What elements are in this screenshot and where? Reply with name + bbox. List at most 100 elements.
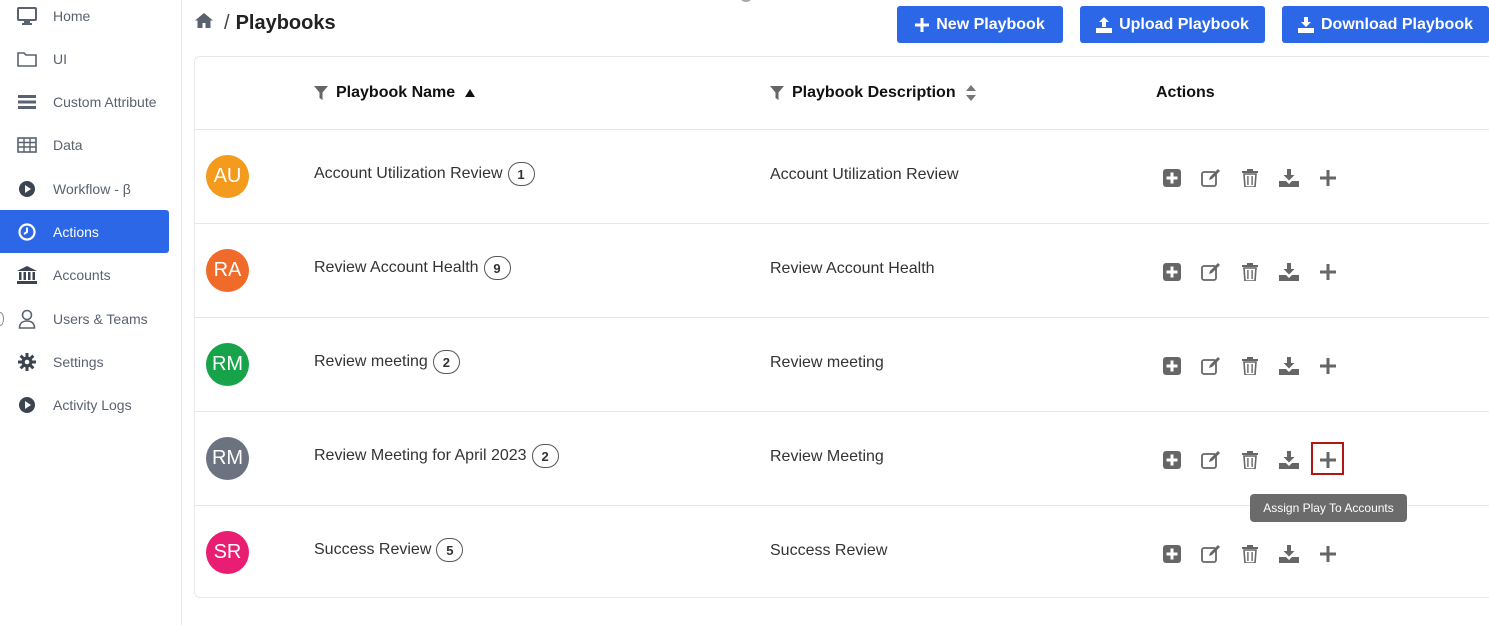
upload-icon (1096, 16, 1113, 33)
upload-playbook-label: Upload Playbook (1119, 15, 1249, 33)
table-row[interactable]: RM Review Meeting for April 2023 2 Review M… (195, 412, 1489, 506)
playbook-description: Account Utilization Review (770, 166, 959, 183)
filter-icon[interactable] (314, 86, 328, 100)
playbook-name[interactable]: Review Meeting for April 2023 2 (314, 444, 559, 468)
gear-icon (17, 352, 37, 372)
play-count-badge: 5 (436, 538, 464, 562)
playbook-name[interactable]: Review Account Health 9 (314, 256, 511, 280)
table-row[interactable]: RM Review meeting 2 Review meeting (195, 318, 1489, 412)
bank-icon (17, 265, 37, 285)
list-icon (17, 92, 37, 112)
avatar: AU (206, 155, 249, 198)
playbook-description: Review Meeting (770, 448, 884, 465)
sort-ascending-icon[interactable] (465, 89, 476, 97)
home-icon[interactable] (194, 12, 214, 35)
scroll-indicator (739, 0, 753, 2)
add-action-icon[interactable] (1161, 543, 1183, 565)
table-icon (17, 135, 37, 155)
add-action-icon[interactable] (1161, 261, 1183, 283)
edit-icon[interactable] (1200, 449, 1222, 471)
column-header-label: Playbook Description (792, 84, 956, 101)
folder-icon (17, 49, 37, 69)
new-playbook-button[interactable]: New Playbook (897, 6, 1063, 43)
download-row-icon[interactable] (1278, 355, 1300, 377)
sidebar-item-label: Accounts (53, 266, 111, 283)
table-header: Playbook Name Playbook Description Actio… (195, 57, 1489, 130)
sidebar-item-label: Workflow - β (53, 180, 131, 197)
column-header-description[interactable]: Playbook Description (770, 84, 976, 102)
sidebar-item-activity-logs[interactable]: Activity Logs (0, 383, 169, 426)
sidebar-item-accounts[interactable]: Accounts (0, 253, 169, 296)
sidebar-item-label: Data (53, 136, 83, 153)
monitor-icon (17, 6, 37, 26)
sidebar: Home UI Custom Attribute Data Workflow -… (0, 0, 182, 625)
filter-icon[interactable] (770, 86, 784, 100)
new-playbook-label: New Playbook (936, 15, 1045, 33)
delete-icon[interactable] (1239, 167, 1261, 189)
sidebar-item-ui[interactable]: UI (0, 37, 169, 80)
playbook-name-text[interactable]: Review Account Health (314, 259, 479, 277)
assign-to-accounts-icon[interactable] (1317, 355, 1339, 377)
column-header-label: Playbook Name (336, 84, 456, 101)
main-content: / Playbooks New Playbook Upload Playbook… (182, 0, 1489, 625)
play-count-badge: 9 (483, 256, 511, 280)
edit-icon[interactable] (1200, 261, 1222, 283)
edit-icon[interactable] (1200, 355, 1222, 377)
delete-icon[interactable] (1239, 543, 1261, 565)
sidebar-item-users-teams[interactable]: Users & Teams (0, 297, 169, 340)
download-row-icon[interactable] (1278, 543, 1300, 565)
play-count-badge: 2 (432, 350, 460, 374)
upload-playbook-button[interactable]: Upload Playbook (1080, 6, 1265, 43)
edit-icon[interactable] (1200, 167, 1222, 189)
sidebar-item-label: UI (53, 50, 67, 67)
avatar: RM (206, 437, 249, 480)
add-action-icon[interactable] (1161, 355, 1183, 377)
breadcrumb-separator: / (224, 11, 230, 34)
sidebar-item-actions[interactable]: Actions (0, 210, 169, 253)
sidebar-item-label: Settings (53, 353, 104, 370)
download-playbook-button[interactable]: Download Playbook (1282, 6, 1489, 43)
playbook-name[interactable]: Account Utilization Review 1 (314, 162, 535, 186)
play-circle-icon (17, 179, 37, 199)
table-row[interactable]: RA Review Account Health 9 Review Account H… (195, 224, 1489, 318)
clock-icon (17, 222, 37, 242)
playbook-name[interactable]: Review meeting 2 (314, 350, 460, 374)
delete-icon[interactable] (1239, 261, 1261, 283)
sidebar-item-home[interactable]: Home (0, 0, 169, 37)
sidebar-item-workflow[interactable]: Workflow - β (0, 167, 169, 210)
download-row-icon[interactable] (1278, 261, 1300, 283)
playbook-description: Success Review (770, 542, 888, 559)
playbook-name-text[interactable]: Review meeting (314, 353, 428, 371)
sidebar-item-custom-attribute[interactable]: Custom Attribute (0, 80, 169, 123)
playbook-name-text[interactable]: Success Review (314, 541, 431, 559)
avatar: SR (206, 531, 249, 574)
delete-icon[interactable] (1239, 355, 1261, 377)
download-row-icon[interactable] (1278, 167, 1300, 189)
assign-to-accounts-icon[interactable] (1317, 543, 1339, 565)
playbook-name-text[interactable]: Account Utilization Review (314, 165, 503, 183)
sidebar-item-data[interactable]: Data (0, 123, 169, 166)
download-row-icon[interactable] (1278, 449, 1300, 471)
sidebar-item-settings[interactable]: Settings (0, 340, 169, 383)
playbook-name[interactable]: Success Review 5 (314, 538, 464, 562)
play-circle-icon (17, 395, 37, 415)
add-action-icon[interactable] (1161, 167, 1183, 189)
add-action-icon[interactable] (1161, 449, 1183, 471)
play-count-badge: 2 (531, 444, 559, 468)
tooltip: Assign Play To Accounts (1250, 494, 1407, 522)
user-icon (17, 309, 37, 329)
download-playbook-label: Download Playbook (1320, 15, 1473, 33)
edit-icon[interactable] (1200, 543, 1222, 565)
delete-icon[interactable] (1239, 449, 1261, 471)
sidebar-item-label: Custom Attribute (53, 93, 157, 110)
column-header-name[interactable]: Playbook Name (314, 84, 476, 102)
assign-to-accounts-icon[interactable] (1317, 167, 1339, 189)
playbook-description: Review meeting (770, 354, 884, 371)
table-row[interactable]: AU Account Utilization Review 1 Account Uti… (195, 130, 1489, 224)
assign-to-accounts-icon[interactable] (1317, 261, 1339, 283)
sidebar-item-label: Users & Teams (53, 310, 148, 327)
playbook-name-text[interactable]: Review Meeting for April 2023 (314, 447, 527, 465)
download-icon (1297, 16, 1314, 33)
column-header-label: Actions (1156, 84, 1215, 101)
sort-icon[interactable] (965, 85, 976, 101)
